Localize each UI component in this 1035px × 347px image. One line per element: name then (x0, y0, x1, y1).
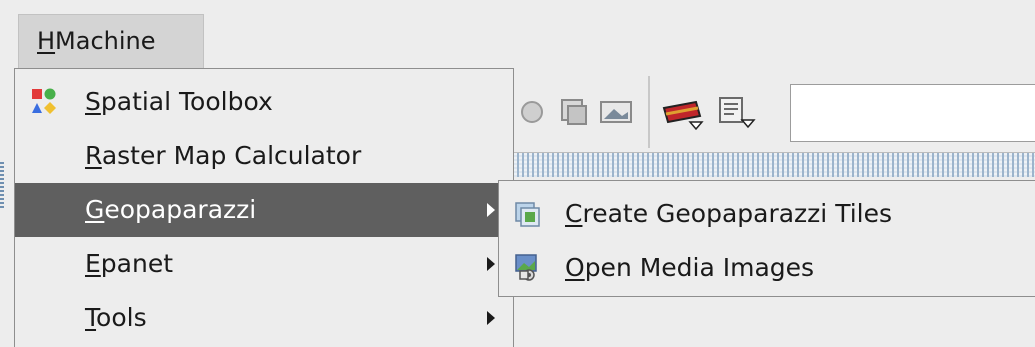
raster-style-icon[interactable] (662, 94, 706, 130)
create-tiles-mnemonic: C (565, 199, 583, 228)
open-media-images-icon (515, 254, 537, 281)
properties-icon[interactable] (714, 94, 758, 130)
geopaparazzi-label: eopaparazzi (104, 195, 257, 224)
menu-bar: HMachine (0, 0, 1035, 68)
hmachine-menu: Spatial Toolbox Raster Map Calculator Ge… (14, 68, 514, 347)
open-media-images-label: pen Media Images (584, 253, 815, 282)
image-icon[interactable] (598, 94, 634, 130)
epanet-mnemonic: E (85, 249, 101, 278)
geopaparazzi-submenu: Create Geopaparazzi Tiles Open Media Ima… (498, 180, 1035, 297)
create-tiles-label: reate Geopaparazzi Tiles (582, 199, 892, 228)
tools-label: ools (96, 303, 147, 332)
submenu-arrow-icon (487, 311, 495, 325)
toolbar-input[interactable] (790, 84, 1035, 142)
left-edge-marker (0, 162, 4, 208)
raster-map-calculator-mnemonic: R (85, 141, 102, 170)
menu-item-raster-map-calculator[interactable]: Raster Map Calculator (15, 129, 513, 183)
submenu-arrow-icon (487, 203, 495, 217)
raster-map-calculator-label: aster Map Calculator (101, 141, 362, 170)
globe-icon[interactable] (520, 94, 556, 130)
menu-hmachine-mnemonic: H (37, 27, 56, 55)
submenu-arrow-icon (487, 257, 495, 271)
geopaparazzi-mnemonic: G (85, 195, 105, 224)
tools-mnemonic: T (85, 303, 97, 332)
menu-item-epanet[interactable]: Epanet (15, 237, 513, 291)
toolbar (512, 70, 1035, 152)
epanet-label: panet (100, 249, 174, 278)
menu-item-tools[interactable]: Tools (15, 291, 513, 345)
menu-item-spatial-toolbox[interactable]: Spatial Toolbox (15, 75, 513, 129)
menu-item-geopaparazzi[interactable]: Geopaparazzi (15, 183, 513, 237)
spatial-toolbox-icon (32, 88, 56, 114)
open-media-images-mnemonic: O (565, 253, 585, 282)
panel-divider (512, 152, 1035, 177)
toolbar-separator (648, 76, 650, 148)
layers-link-icon[interactable] (556, 94, 592, 130)
menu-item-open-media-images[interactable]: Open Media Images (499, 241, 1035, 295)
spatial-toolbox-mnemonic: S (85, 87, 101, 116)
menu-hmachine[interactable]: HMachine (18, 14, 204, 68)
create-tiles-icon (515, 202, 540, 227)
menu-item-create-geopaparazzi-tiles[interactable]: Create Geopaparazzi Tiles (499, 187, 1035, 241)
spatial-toolbox-label: patial Toolbox (100, 87, 273, 116)
menu-hmachine-label: Machine (55, 27, 156, 55)
